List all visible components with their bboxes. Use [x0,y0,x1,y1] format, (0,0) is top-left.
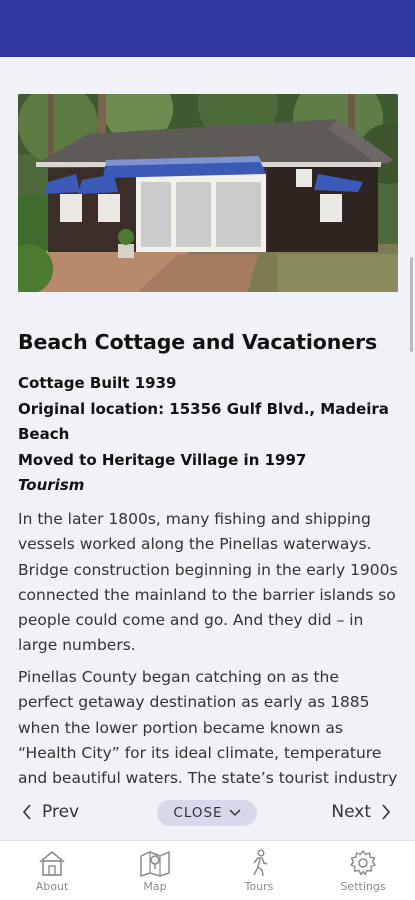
close-label: CLOSE [173,805,223,821]
article-navigation: Prev CLOSE Next [0,790,415,840]
article-paragraph: In the later 1800s, many fishing and shi… [18,510,398,655]
fact-original-location: Original location: 15356 Gulf Blvd., Mad… [18,399,389,444]
tab-map-label: Map [143,880,167,893]
next-label: Next [331,802,371,822]
article-scroll-area[interactable]: Beach Cottage and Vacationers Cottage Bu… [0,57,415,790]
tab-settings-label: Settings [340,880,386,893]
tab-settings[interactable]: Settings [333,841,393,900]
next-button[interactable]: Next [331,802,391,822]
tab-about[interactable]: About [22,841,82,900]
fact-moved: Moved to Heritage Village in 1997 [18,450,307,469]
prev-button[interactable]: Prev [22,802,79,822]
article-category: Tourism [18,476,85,494]
article-title: Beach Cottage and Vacationers [18,330,378,354]
chevron-down-icon [229,809,241,817]
chevron-left-icon [22,804,31,820]
prev-label: Prev [42,802,80,822]
tab-tours[interactable]: Tours [229,841,289,900]
scrollbar[interactable] [410,257,413,352]
walking-person-icon [253,849,268,877]
article-facts: Cottage Built 1939 Original location: 15… [18,371,398,499]
tab-tours-label: Tours [244,880,274,893]
tab-map[interactable]: Map [125,841,185,900]
tab-about-label: About [35,880,69,893]
map-icon [140,850,170,877]
cottage-photo [18,94,398,292]
bottom-tab-bar: About Map Tours Settings [0,840,415,900]
chevron-right-icon [382,804,391,820]
app-header-bar [0,0,415,57]
home-icon [39,850,65,876]
gear-icon [350,850,376,876]
fact-built: Cottage Built 1939 [18,374,177,392]
article-paragraph: Pinellas County began catching on as the… [18,668,398,788]
close-button[interactable]: CLOSE [157,800,257,826]
